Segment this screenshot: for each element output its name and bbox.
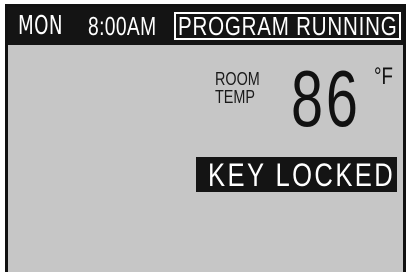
room-temperature-value: 86	[291, 54, 361, 143]
status-bar: MON 8:00AM PROGRAM RUNNING	[8, 7, 403, 45]
key-locked-text: KEY LOCKED	[208, 157, 396, 193]
temperature-unit: °F	[374, 63, 393, 90]
program-status-badge: PROGRAM RUNNING	[174, 11, 401, 41]
program-status-text: PROGRAM RUNNING	[178, 11, 398, 41]
key-locked-banner: KEY LOCKED	[196, 157, 397, 193]
room-temp-label: ROOM TEMP	[215, 70, 260, 106]
time-indicator: 8:00AM	[88, 11, 157, 41]
room-temp-label-line1: ROOM	[215, 69, 260, 89]
room-temp-label-line2: TEMP	[215, 87, 256, 107]
day-indicator: MON	[18, 11, 63, 41]
thermostat-display: MON 8:00AM PROGRAM RUNNING ROOM TEMP 86 …	[5, 4, 406, 272]
